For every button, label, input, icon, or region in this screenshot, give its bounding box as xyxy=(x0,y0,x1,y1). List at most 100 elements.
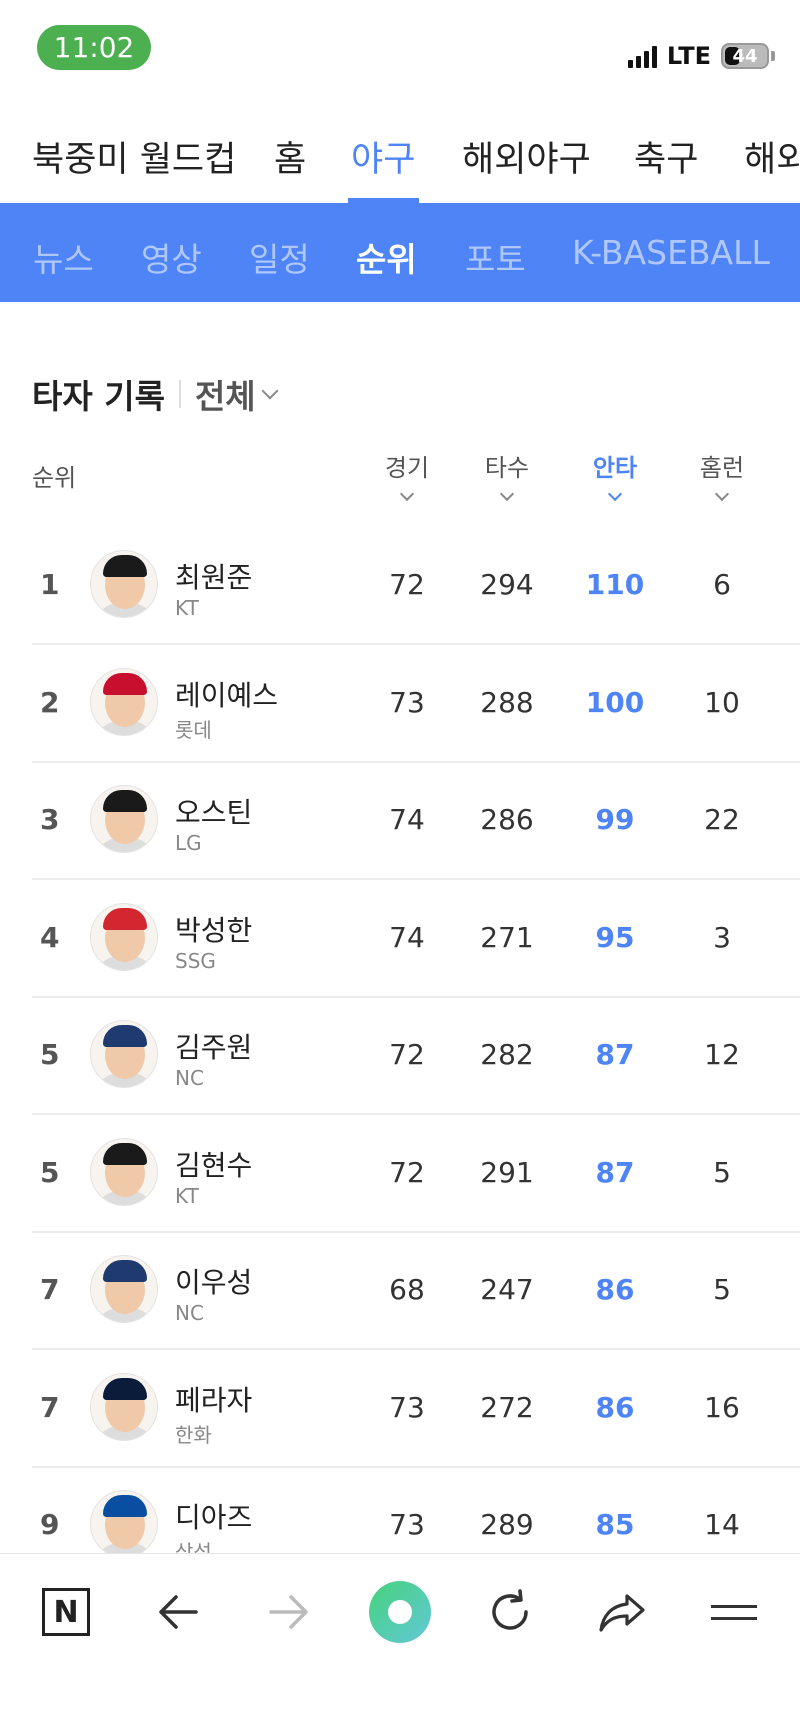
filter-label: 전체 xyxy=(194,377,256,416)
player-rank: 3 xyxy=(40,803,60,836)
player-avatar xyxy=(90,785,158,853)
player-team: NC xyxy=(175,1066,204,1090)
player-name[interactable]: 레이예스 xyxy=(175,674,278,714)
player-avatar xyxy=(90,1020,158,1088)
column-games[interactable]: 경기 xyxy=(367,448,447,502)
browser-toolbar: N xyxy=(0,1553,800,1733)
player-hits: 87 xyxy=(595,1038,635,1071)
top-nav-item-overseas-baseball[interactable]: 해외야구 xyxy=(462,131,591,182)
table-row[interactable]: 9 디아즈 삼성 73 289 85 14 xyxy=(0,1468,800,1553)
filter-dropdown[interactable]: 전체 xyxy=(194,370,279,418)
chevron-down-icon xyxy=(607,486,623,502)
player-name[interactable]: 김현수 xyxy=(175,1144,252,1184)
player-rank: 5 xyxy=(40,1038,60,1071)
table-row[interactable]: 1 최원준 KT 72 294 110 6 xyxy=(0,528,800,645)
table-row[interactable]: 3 오스틴 LG 74 286 99 22 xyxy=(0,763,800,880)
column-at-bats[interactable]: 타수 xyxy=(467,448,547,502)
player-team: 삼성 xyxy=(175,1540,212,1553)
top-nav-item-worldcup[interactable]: 북중미 월드컵 xyxy=(32,131,236,182)
sub-nav-item-schedule[interactable]: 일정 xyxy=(249,233,310,281)
player-team: KT xyxy=(175,596,199,620)
refresh-icon[interactable] xyxy=(478,1580,542,1644)
player-name[interactable]: 오스틴 xyxy=(175,791,252,831)
section-header: 타자 기록 전체 xyxy=(32,370,279,418)
player-home-runs: 5 xyxy=(713,1273,731,1306)
table-row[interactable]: 2 레이예스 롯데 73 288 100 10 xyxy=(0,646,800,763)
menu-icon[interactable] xyxy=(702,1580,766,1644)
battery-level: 44 xyxy=(732,45,758,67)
top-nav-item-overseas[interactable]: 해외 xyxy=(744,131,800,182)
player-games: 74 xyxy=(389,803,425,836)
player-at-bats: 294 xyxy=(480,568,534,601)
sub-nav-item-photo[interactable]: 포토 xyxy=(465,233,526,281)
column-home-runs[interactable]: 홈런 xyxy=(682,448,762,502)
player-games: 72 xyxy=(389,568,425,601)
signal-icon xyxy=(627,44,657,68)
battery-icon: 44 xyxy=(721,43,769,69)
player-hits: 100 xyxy=(585,685,645,719)
player-games: 73 xyxy=(389,1508,425,1541)
title-divider xyxy=(178,380,181,408)
sub-nav: 뉴스 영상 일정 순위 포토 K-BASEBALL xyxy=(0,203,800,302)
section-title: 타자 기록 xyxy=(32,377,165,416)
table-row[interactable]: 5 김주원 NC 72 282 87 12 xyxy=(0,998,800,1115)
table-row[interactable]: 7 페라자 한화 73 272 86 16 xyxy=(0,1351,800,1468)
table-row[interactable]: 7 이우성 NC 68 247 86 5 xyxy=(0,1233,800,1350)
player-name[interactable]: 최원준 xyxy=(175,556,252,596)
player-home-runs: 10 xyxy=(704,685,740,719)
green-dot-icon[interactable] xyxy=(368,1580,432,1644)
player-at-bats: 286 xyxy=(480,803,534,836)
player-team: KT xyxy=(175,1183,199,1208)
player-name[interactable]: 박성한 xyxy=(175,909,252,949)
top-nav-item-home[interactable]: 홈 xyxy=(274,131,306,182)
forward-arrow-icon[interactable] xyxy=(257,1580,321,1644)
player-rank: 5 xyxy=(40,1155,60,1189)
player-home-runs: 6 xyxy=(713,568,731,601)
player-hits: 99 xyxy=(595,803,635,836)
player-at-bats: 291 xyxy=(480,1155,534,1189)
column-rank: 순위 xyxy=(32,464,77,492)
player-rank: 7 xyxy=(40,1390,60,1424)
top-nav-item-soccer[interactable]: 축구 xyxy=(634,131,698,182)
player-avatar xyxy=(90,550,158,618)
player-games: 72 xyxy=(389,1038,425,1071)
player-team: SSG xyxy=(175,948,216,973)
player-at-bats: 282 xyxy=(480,1038,534,1071)
sub-nav-item-k-baseball[interactable]: K-BASEBALL xyxy=(572,233,770,272)
top-nav-item-baseball[interactable]: 야구 xyxy=(351,131,415,182)
player-games: 73 xyxy=(389,685,425,719)
player-games: 73 xyxy=(389,1390,425,1424)
chevron-down-icon xyxy=(261,382,279,400)
player-name[interactable]: 디아즈 xyxy=(175,1496,252,1536)
sub-nav-item-news[interactable]: 뉴스 xyxy=(33,233,94,281)
player-team: 한화 xyxy=(175,1422,212,1447)
player-home-runs: 22 xyxy=(704,803,740,836)
player-name[interactable]: 김주원 xyxy=(175,1026,252,1066)
player-name[interactable]: 이우성 xyxy=(175,1261,252,1301)
player-rank: 9 xyxy=(40,1508,60,1541)
player-team: NC xyxy=(175,1301,204,1325)
back-arrow-icon[interactable] xyxy=(146,1580,210,1644)
player-at-bats: 289 xyxy=(480,1508,534,1541)
player-hits: 86 xyxy=(595,1273,635,1306)
player-rank: 2 xyxy=(40,685,60,719)
table-row[interactable]: 5 김현수 KT 72 291 87 5 xyxy=(0,1116,800,1233)
player-hits: 110 xyxy=(585,568,645,601)
player-games: 74 xyxy=(389,920,425,954)
player-avatar xyxy=(90,1255,158,1323)
column-hits[interactable]: 안타 xyxy=(575,448,655,502)
player-rank: 1 xyxy=(40,568,60,601)
player-home-runs: 3 xyxy=(713,920,731,954)
player-at-bats: 288 xyxy=(480,685,534,719)
player-at-bats: 272 xyxy=(480,1390,534,1424)
player-team: 롯데 xyxy=(175,717,212,742)
table-row[interactable]: 4 박성한 SSG 74 271 95 3 xyxy=(0,881,800,998)
status-indicators: LTE 44 xyxy=(627,42,775,70)
share-icon[interactable] xyxy=(590,1580,654,1644)
player-avatar xyxy=(90,902,158,971)
player-name[interactable]: 페라자 xyxy=(175,1379,252,1419)
sub-nav-item-standings[interactable]: 순위 xyxy=(356,233,417,281)
sub-nav-item-video[interactable]: 영상 xyxy=(141,233,202,281)
player-at-bats: 271 xyxy=(480,920,534,954)
naver-n-icon[interactable]: N xyxy=(34,1580,98,1644)
